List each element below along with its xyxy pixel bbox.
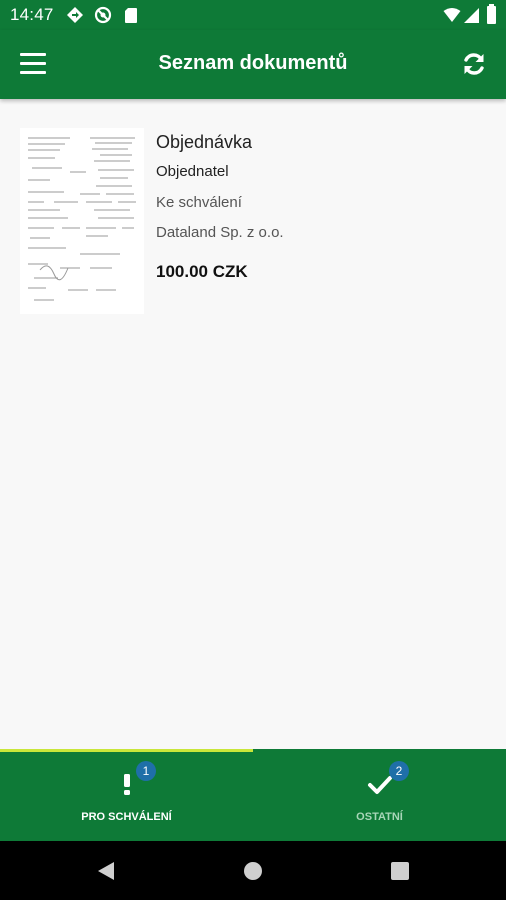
document-orderer: Objednatel (156, 163, 229, 180)
diamond-nav-icon (67, 7, 83, 23)
bottom-navigation: 1 PRO SCHVÁLENÍ 2 OSTATNÍ (0, 749, 506, 841)
tab-label: PRO SCHVÁLENÍ (81, 811, 172, 823)
battery-icon (487, 4, 496, 24)
tab-label: OSTATNÍ (356, 811, 403, 823)
status-bar: 14:47 (0, 0, 506, 30)
document-state: Ke schválení (156, 194, 242, 211)
document-company: Dataland Sp. z o.o. (156, 224, 284, 241)
blocked-circle-icon (94, 6, 112, 24)
tab-ostatni[interactable]: 2 OSTATNÍ (253, 749, 506, 841)
tab-pro-schvaleni[interactable]: 1 PRO SCHVÁLENÍ (0, 749, 253, 841)
back-icon[interactable] (95, 860, 117, 882)
app-bar: Seznam dokumentů (0, 30, 506, 99)
status-time: 14:47 (10, 5, 54, 24)
document-list-item[interactable]: Objednávka Objednatel Ke schválení Datal… (20, 128, 490, 314)
tab-badge: 1 (136, 761, 156, 781)
system-navigation-bar (0, 841, 506, 900)
document-amount: 100.00 CZK (156, 262, 248, 281)
document-title: Objednávka (156, 132, 253, 152)
tab-badge: 2 (389, 761, 409, 781)
refresh-icon[interactable] (461, 51, 487, 77)
wifi-icon (443, 8, 461, 22)
page-title: Seznam dokumentů (158, 52, 348, 74)
signal-icon (464, 8, 479, 23)
document-thumbnail (20, 128, 144, 314)
sd-card-icon (125, 8, 137, 23)
home-icon[interactable] (242, 860, 264, 882)
recents-icon[interactable] (389, 860, 411, 882)
